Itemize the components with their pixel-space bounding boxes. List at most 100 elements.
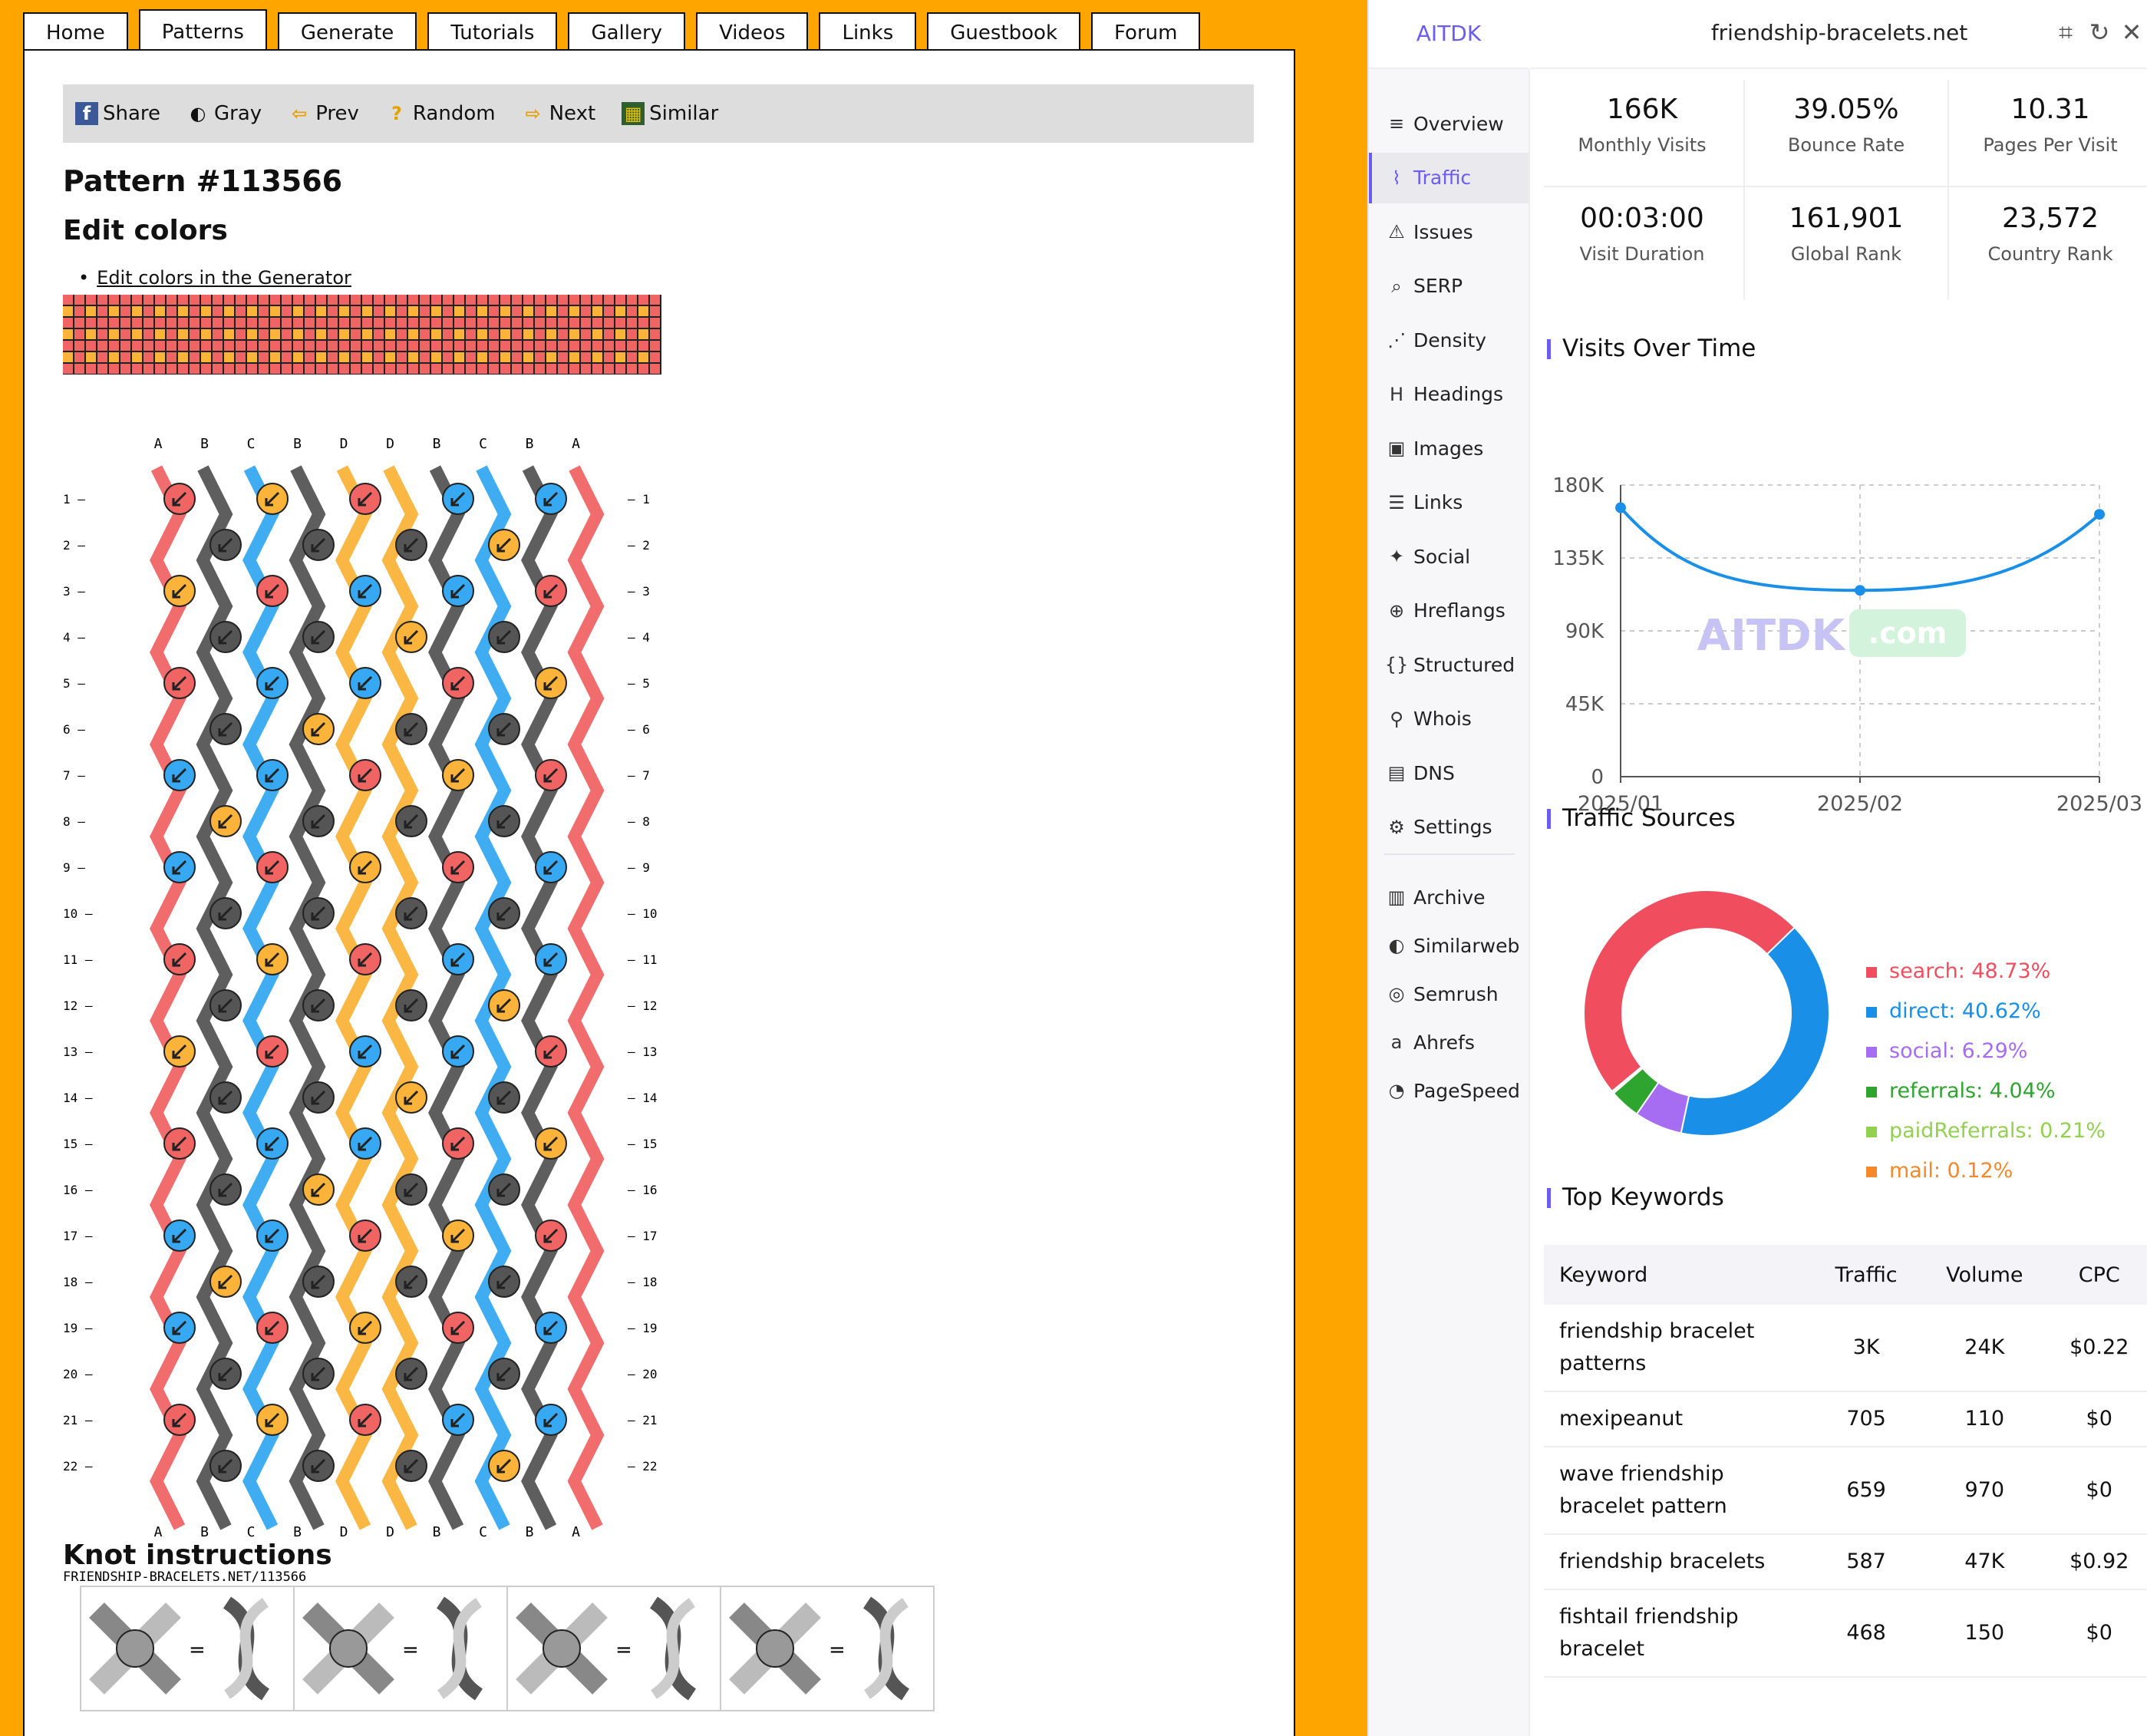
nav-dns[interactable]: ▤ DNS — [1369, 748, 1529, 798]
chart-watermark-suffix: .com — [1868, 616, 1947, 650]
tab-videos[interactable]: Videos — [696, 12, 809, 49]
equals-sign: = — [402, 1639, 419, 1662]
nav-structured[interactable]: {} Structured — [1369, 639, 1529, 690]
knot-node — [395, 897, 427, 929]
edit-colors-heading: Edit colors — [63, 215, 228, 246]
nav-traffic[interactable]: ⌇ Traffic — [1369, 152, 1529, 203]
visits-chart[interactable]: 045K90K135K180K2025/01 2025/02 2025/03AITD… — [1530, 385, 2147, 830]
crop-icon[interactable]: ⌗ — [2052, 18, 2079, 46]
knot-node — [256, 1219, 289, 1252]
col-keyword[interactable]: Keyword — [1544, 1245, 1813, 1305]
metric-cell: 150 — [1919, 1589, 2050, 1678]
nav-images[interactable]: ▣ Images — [1369, 423, 1529, 474]
legend-search[interactable]: search: 48.73% — [1866, 959, 2106, 999]
tool-archive[interactable]: ▥ Archive — [1369, 872, 1529, 922]
bracelet-preview[interactable] — [63, 295, 661, 375]
knot-node — [395, 1173, 427, 1206]
tab-generate[interactable]: Generate — [277, 12, 417, 49]
tab-guestbook[interactable]: Guestbook — [927, 12, 1081, 49]
knot-node — [535, 1035, 567, 1068]
row-number-left: 15 — — [63, 1137, 93, 1151]
keyword-cell[interactable]: mexipeanut — [1544, 1391, 1813, 1447]
stat-value: 23,572 — [2002, 203, 2099, 234]
semrush-icon: ◎ — [1388, 983, 1405, 1005]
knot-node — [349, 851, 381, 883]
row-number-left: 9 — — [63, 860, 85, 875]
row-number-right: — 3 — [628, 584, 650, 599]
gray-button[interactable]: ◐ Gray — [186, 102, 262, 125]
metric-cell: $0 — [2050, 1447, 2147, 1535]
next-button[interactable]: ⇨ Next — [522, 102, 596, 125]
knot-node — [209, 529, 242, 561]
y-tick-label: 0 — [1591, 766, 1604, 789]
images-icon: ▣ — [1387, 437, 1406, 459]
pattern-toolbar: f Share ◐ Gray ⇦ Prev ? Random ⇨ Next ▦ … — [63, 84, 1254, 143]
keyword-cell[interactable]: fishtail friendship bracelet — [1544, 1589, 1813, 1678]
share-button[interactable]: f Share — [75, 102, 160, 125]
top-keywords-title: Top Keywords — [1547, 1183, 1724, 1211]
row-number-right: — 12 — [628, 998, 658, 1013]
site-nav-tabs: Home Patterns Generate Tutorials Gallery Vide… — [23, 9, 1211, 51]
random-button[interactable]: ? Random — [385, 102, 496, 125]
tab-gallery[interactable]: Gallery — [568, 12, 686, 49]
string-label-top: A — [572, 436, 580, 452]
links-icon: ☰ — [1388, 491, 1405, 513]
tab-patterns[interactable]: Patterns — [138, 9, 267, 51]
prev-button[interactable]: ⇦ Prev — [288, 102, 359, 125]
tool-similarweb[interactable]: ◐ Similarweb — [1369, 920, 1529, 971]
knot-node — [488, 1266, 520, 1298]
nav-social[interactable]: ✦ Social — [1369, 531, 1529, 582]
keyword-cell[interactable]: friendship bracelet patterns — [1544, 1305, 1813, 1392]
tab-home[interactable]: Home — [23, 12, 128, 49]
similar-button[interactable]: ▦ Similar — [622, 102, 718, 125]
nav-hreflangs[interactable]: ⊕ Hreflangs — [1369, 586, 1529, 636]
stat-value: 39.05% — [1793, 94, 1899, 125]
stat-country-rank: 23,572 Country Rank — [1949, 178, 2147, 285]
stat-value: 10.31 — [2010, 94, 2090, 125]
legend-referrals[interactable]: referrals: 4.04% — [1866, 1079, 2106, 1119]
tab-links[interactable]: Links — [819, 12, 917, 49]
knot-node — [488, 1081, 520, 1114]
nav-overview[interactable]: ≡ Overview — [1369, 98, 1529, 149]
string-label-bottom: A — [572, 1524, 580, 1540]
knot-forward: = — [81, 1587, 295, 1710]
x-tick-label: 2025/02 — [1817, 792, 1903, 816]
nav-serp[interactable]: ⌕ SERP — [1369, 261, 1529, 312]
nav-links[interactable]: ☰ Links — [1369, 477, 1529, 528]
tool-pagespeed[interactable]: ◔ PageSpeed — [1369, 1065, 1529, 1116]
legend-paidReferrals[interactable]: paidReferrals: 0.21% — [1866, 1119, 2106, 1159]
nav-density[interactable]: ⋰ Density — [1369, 315, 1529, 365]
row-number-right: — 17 — [628, 1229, 658, 1243]
legend-direct[interactable]: direct: 40.62% — [1866, 999, 2106, 1039]
table-row: friendship bracelet patterns 3K 24K $0.22 — [1544, 1305, 2147, 1392]
keyword-cell[interactable]: wave friendship bracelet pattern — [1544, 1447, 1813, 1535]
col-traffic[interactable]: Traffic — [1813, 1245, 1920, 1305]
metric-cell: $0 — [2050, 1589, 2147, 1678]
traffic-sources-donut[interactable] — [1576, 883, 1837, 1144]
edit-colors-link[interactable]: Edit colors in the Generator — [97, 267, 351, 289]
nav-issues[interactable]: ⚠ Issues — [1369, 206, 1529, 257]
nav-whois[interactable]: ⚲ Whois — [1369, 694, 1529, 744]
content-area: f Share ◐ Gray ⇦ Prev ? Random ⇨ Next ▦ … — [23, 49, 1295, 1736]
knot-node — [535, 483, 567, 515]
knot-node — [302, 1450, 335, 1482]
refresh-icon[interactable]: ↻ — [2086, 18, 2113, 46]
stat-bounce-rate: 39.05% Bounce Rate — [1745, 69, 1947, 177]
keyword-cell[interactable]: friendship bracelets — [1544, 1534, 1813, 1590]
string-label-top: D — [340, 436, 348, 452]
string-label-bottom: B — [293, 1524, 302, 1540]
legend-social[interactable]: social: 6.29% — [1866, 1039, 2106, 1079]
tab-forum[interactable]: Forum — [1091, 12, 1201, 49]
knot-node — [442, 1404, 474, 1436]
legend-mail[interactable]: mail: 0.12% — [1866, 1159, 2106, 1199]
overview-icon: ≡ — [1388, 113, 1405, 134]
tool-semrush[interactable]: ◎ Semrush — [1369, 969, 1529, 1019]
col-volume[interactable]: Volume — [1919, 1245, 2050, 1305]
tool-ahrefs[interactable]: a Ahrefs — [1369, 1017, 1529, 1068]
close-icon[interactable]: ✕ — [2118, 18, 2145, 46]
col-cpc[interactable]: CPC — [2050, 1245, 2147, 1305]
nav-headings[interactable]: H Headings — [1369, 369, 1529, 420]
knot-node — [209, 897, 242, 929]
tab-tutorials[interactable]: Tutorials — [427, 12, 558, 49]
nav-settings[interactable]: ⚙ Settings — [1369, 802, 1529, 853]
